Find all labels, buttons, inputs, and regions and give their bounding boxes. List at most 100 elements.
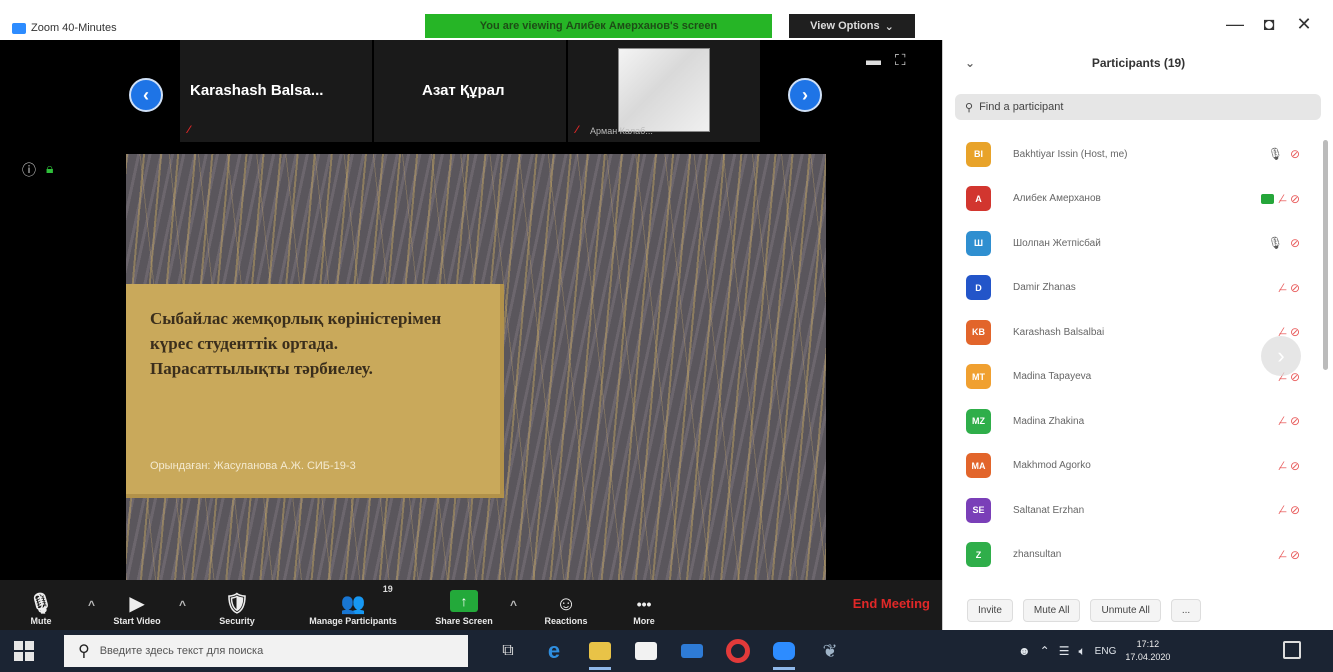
participant-row[interactable]: BI Bakhtiyar Issin (Host, me) 🎙︎ ⊘ [943,132,1333,177]
participant-status-icons: ⁄̶ ⊘ [1281,503,1300,517]
clock-time: 17:12 [1136,639,1160,649]
meeting-view: ‹ Karashash Balsa... ⁄ Азат Құрал ⁄ Арма… [0,40,942,580]
edge-browser-icon[interactable]: e [531,630,577,672]
mic-on-icon: 🎙︎ [1267,147,1283,162]
more-label: More [633,616,655,626]
zoom-logo-icon [12,22,26,34]
lock-icon[interactable]: 🔒︎ [46,160,53,180]
notification-center-icon[interactable] [1283,641,1301,659]
speaker-view-icon[interactable]: ▬ [866,52,881,69]
share-screen-label: Share Screen [435,616,493,626]
participant-video-image [618,48,710,132]
task-view-icon[interactable]: ⧉ [485,630,531,672]
clock-date: 17.04.2020 [1125,652,1171,662]
prev-page-button[interactable]: ‹ [129,78,163,112]
video-off-icon: ⊘ [1289,147,1300,162]
view-options-label: View Options [810,20,880,32]
share-options-caret[interactable]: ^ [504,598,523,612]
zoom-app-icon[interactable] [761,630,807,672]
language-indicator[interactable]: ENG [1095,646,1117,657]
mute-all-button[interactable]: Mute All [1022,598,1081,622]
participant-search-placeholder: Find a participant [979,101,1064,113]
participant-status-icons: ⁄̶ ⊘ [1281,281,1300,295]
next-page-button[interactable]: › [788,78,822,112]
participant-row[interactable]: Ш Шолпан Жетпісбай 🎙︎ ⊘ [943,221,1333,266]
slide-author: Орындаған: Жасуланова А.Ж. СИБ-19-3 [150,460,356,472]
end-meeting-button[interactable]: End Meeting [853,596,930,611]
fullscreen-icon[interactable]: ⛶ [895,52,906,69]
manage-participants-label: Manage Participants [309,616,397,626]
app-icon[interactable]: ❦ [807,630,853,672]
participant-count-badge: 19 [382,584,393,594]
participant-name: Makhmod Agorko [1013,460,1091,472]
participant-status-icons: 🎙︎ ⊘ [1268,147,1300,161]
view-options-button[interactable]: View Options ⌄ [789,14,915,38]
taskbar-search-placeholder: Введите здесь текст для поиска [99,645,264,657]
microphone-icon: 🎙 [28,593,54,615]
participant-row[interactable]: SE Saltanat Erzhan ⁄̶ ⊘ [943,488,1333,533]
maximize-button[interactable]: ◘ [1257,14,1281,35]
clock[interactable]: 17:12 17.04.2020 [1125,638,1170,664]
network-icon[interactable]: ☰ [1059,644,1070,658]
info-icon[interactable]: ⓘ [22,160,36,180]
taskbar-search-input[interactable]: ⚲ Введите здесь текст для поиска [64,635,468,667]
share-screen-button[interactable]: ↑ Share Screen [424,580,504,630]
panel-next-arrow[interactable]: › [1261,336,1301,376]
participants-panel-footer: Invite Mute All Unmute All ... [943,590,1333,630]
video-thumbnail[interactable]: ⁄ Арман Калаб... [568,40,760,142]
participants-panel-header: ⌄ Participants (19) [943,40,1333,86]
video-off-icon: ⊘ [1289,325,1300,340]
opera-icon[interactable] [715,630,761,672]
unmute-all-button[interactable]: Unmute All [1090,598,1161,622]
start-video-label: Start Video [113,616,161,626]
mute-button[interactable]: 🎙 Mute [0,580,82,630]
collapse-icon[interactable]: ⌄ [965,56,975,70]
audio-options-caret[interactable]: ^ [82,598,101,612]
windows-start-icon[interactable] [14,641,34,661]
store-icon[interactable] [623,630,669,672]
panel-scrollbar[interactable] [1323,140,1328,370]
chevron-left-icon: ‹ [143,84,149,105]
security-label: Security [219,616,255,626]
user-tray-icon[interactable]: ☻ [1018,644,1031,658]
participant-name: Karashash Balsalbai [1013,326,1105,338]
participant-status-icons: ⁄̶ ⊘ [1281,414,1300,428]
mail-icon[interactable] [669,630,715,672]
participants-panel: ⌄ Participants (19) ⚲ Find a participant… [942,40,1333,630]
shared-screen-slide: Сыбайлас жемқорлық көріністерімен күрес … [126,154,826,580]
reactions-label: Reactions [544,616,588,626]
start-video-button[interactable]: ▶ Start Video [101,580,173,630]
participant-row[interactable]: A Алибек Амерханов ⁄̶ ⊘ [943,177,1333,222]
windows-taskbar: ⚲ Введите здесь текст для поиска ⧉ e ❦ ☻… [0,630,1333,672]
manage-participants-button[interactable]: 19 👥 Manage Participants [282,580,424,630]
participant-name: Damir Zhanas [1013,282,1076,294]
participant-row[interactable]: D Damir Zhanas ⁄̶ ⊘ [943,266,1333,311]
participant-row[interactable]: MZ Madina Zhakina ⁄̶ ⊘ [943,399,1333,444]
participant-name: Madina Zhakina [1013,415,1085,427]
video-thumbnail[interactable]: Karashash Balsa... ⁄ [180,40,372,142]
file-explorer-icon[interactable] [577,630,623,672]
security-button[interactable]: 🛡 Security [192,580,282,630]
participant-row[interactable]: Zzhansultan ⁄̶ ⊘ [943,533,1333,578]
close-button[interactable]: ✕ [1292,14,1316,35]
reactions-button[interactable]: ☺ Reactions [523,580,609,630]
participants-panel-title: Participants (19) [1091,56,1186,70]
participant-row[interactable]: MA Makhmod Agorko ⁄̶ ⊘ [943,444,1333,489]
volume-icon[interactable]: 🔈︎ [1078,644,1085,659]
thumbnail-name: Арман Калаб... [590,126,653,136]
video-off-icon: ⊘ [1289,236,1300,251]
mic-muted-icon: ⁄̶ [1280,503,1283,518]
tray-expand-icon[interactable]: ⌃ [1040,644,1050,658]
participants-icon: 👥 [340,593,366,615]
video-options-caret[interactable]: ^ [173,598,192,612]
panel-more-button[interactable]: ... [1170,598,1202,622]
minimize-button[interactable]: — [1223,14,1247,35]
participant-search-input[interactable]: ⚲ Find a participant [955,94,1321,120]
reactions-icon: ☺ [555,593,577,615]
mic-muted-icon: ⁄̶ [1280,547,1283,562]
more-button[interactable]: ••• More [609,580,679,630]
invite-button[interactable]: Invite [967,598,1013,622]
video-off-icon: ⊘ [1289,414,1300,429]
slide-title-box: Сыбайлас жемқорлық көріністерімен күрес … [126,284,504,498]
video-thumbnail[interactable]: Азат Құрал [374,40,566,142]
